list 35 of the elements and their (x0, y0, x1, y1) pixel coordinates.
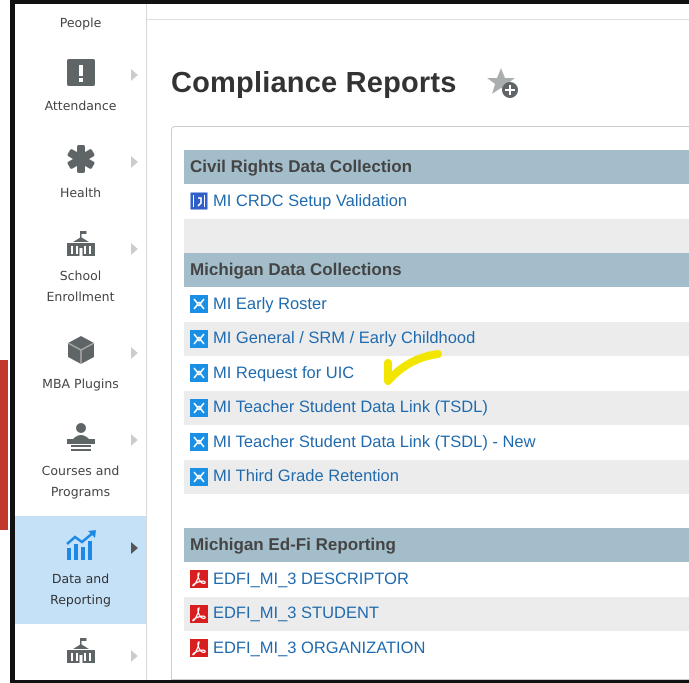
report-icon (190, 192, 208, 210)
sidebar-item[interactable]: Data and Reporting (15, 516, 146, 624)
pdf-icon (190, 570, 208, 588)
sidebar-item[interactable]: School Enrollment (15, 217, 146, 321)
data-export-icon (190, 330, 208, 348)
bar-chart-trend-icon (64, 530, 96, 560)
report-link[interactable]: EDFI_MI_3 DESCRIPTOR (213, 570, 409, 589)
data-export-icon (190, 364, 208, 382)
report-link[interactable]: EDFI_MI_3 STUDENT (213, 604, 379, 624)
school-building-icon (66, 638, 96, 664)
pdf-icon (190, 604, 208, 623)
sidebar-item[interactable]: Health (15, 130, 146, 217)
school-building-icon (66, 231, 96, 257)
sidebar-item[interactable]: Attendance (15, 43, 146, 130)
add-favorite-icon[interactable] (486, 67, 519, 99)
report-link[interactable]: EDFI_MI_3 ORGANIZATION (213, 638, 426, 658)
lectern-icon (64, 422, 96, 452)
report-link[interactable]: MI Early Roster (213, 294, 327, 314)
data-export-icon (190, 398, 208, 417)
sidebar-item[interactable]: Courses and Programs (15, 408, 146, 516)
data-export-icon (190, 468, 208, 486)
page-title: Compliance Reports (171, 66, 457, 100)
sidebar-item[interactable]: People (15, 4, 146, 43)
report-link[interactable]: MI Request for UIC (213, 364, 354, 383)
section-header: Civil Rights Data Collection (184, 150, 689, 184)
data-export-icon (190, 433, 208, 452)
section-header: Michigan Data Collections (184, 253, 689, 287)
section-header: Michigan Ed-Fi Reporting (184, 528, 689, 562)
cube-icon (66, 335, 94, 365)
report-link[interactable]: MI Teacher Student Data Link (TSDL) - New (213, 432, 536, 452)
report-link[interactable]: MI CRDC Setup Validation (213, 192, 408, 211)
sidebar-item[interactable]: MBA Plugins (15, 321, 146, 408)
pdf-icon (190, 639, 208, 658)
medical-star-icon (66, 144, 96, 174)
data-export-icon (190, 295, 208, 314)
